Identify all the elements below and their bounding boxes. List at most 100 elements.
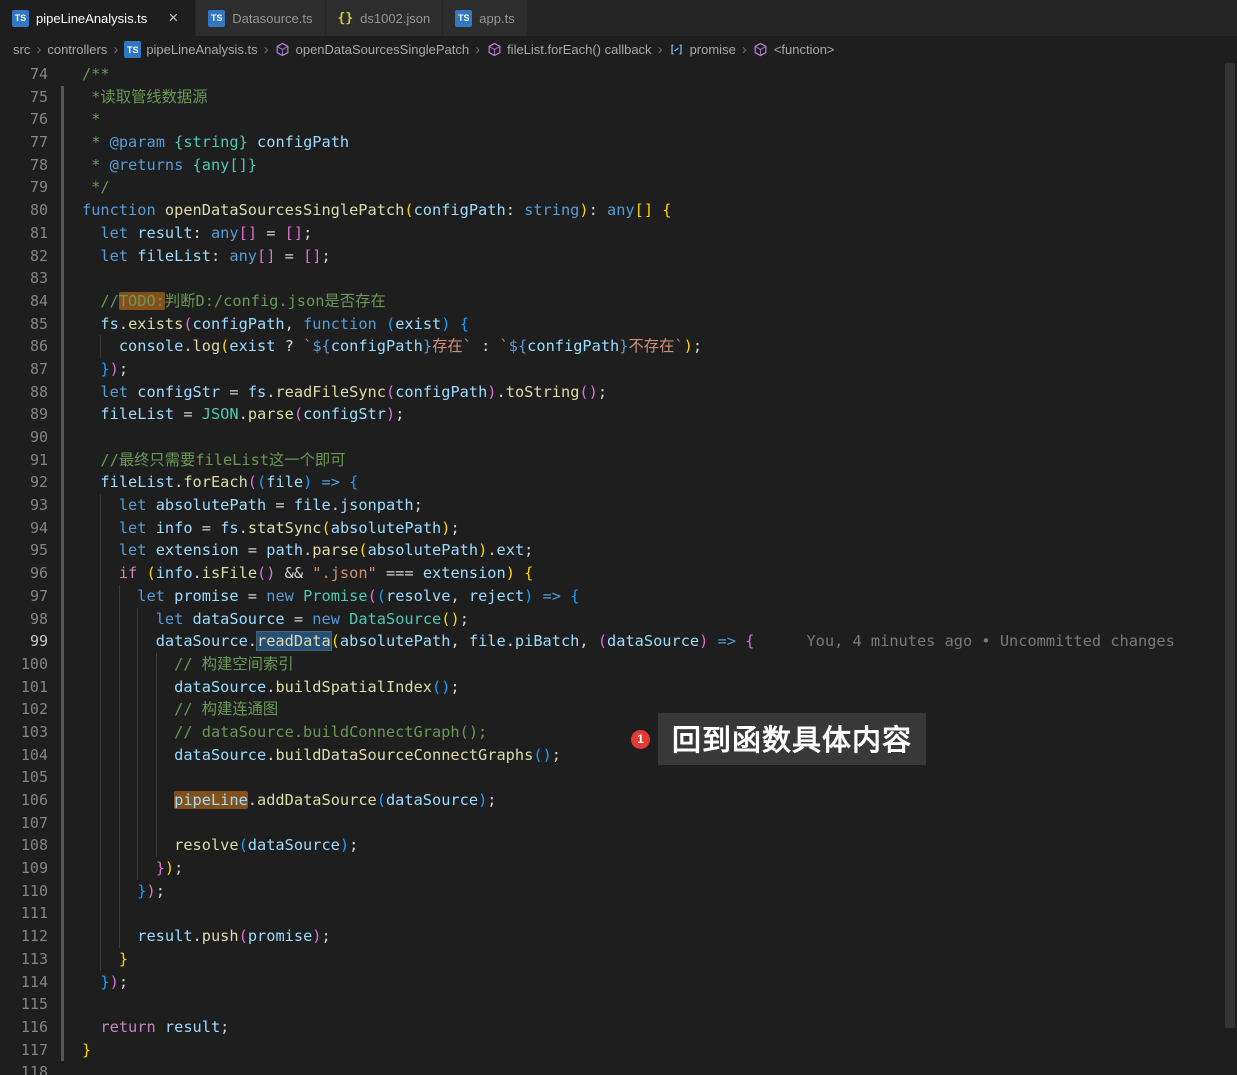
code-line[interactable]: 100 // 构建空间索引 [0, 652, 1237, 676]
code-line[interactable]: 111 [0, 902, 1237, 926]
code-line[interactable]: 74 /** [0, 63, 1237, 86]
line-number[interactable]: 116 [0, 1016, 48, 1039]
line-number[interactable]: 79 [0, 176, 48, 199]
code-line[interactable]: 75 *读取管线数据源 [0, 85, 1237, 109]
tab-pipeLineAnalysis.ts[interactable]: TS pipeLineAnalysis.ts × [0, 0, 197, 36]
line-number[interactable]: 109 [0, 857, 48, 880]
code-line[interactable]: 76 * [0, 108, 1237, 132]
code-line[interactable]: 113 } [0, 947, 1237, 971]
code-line[interactable]: 106 pipeLine.addDataSource(dataSource); [0, 789, 1237, 812]
line-number[interactable]: 82 [0, 245, 48, 268]
code-line[interactable]: 91 //最终只需要fileList这一个即可 [0, 448, 1237, 472]
line-number[interactable]: 90 [0, 426, 48, 449]
line-number[interactable]: 102 [0, 698, 48, 721]
code-line[interactable]: 115 [0, 993, 1237, 1016]
line-number[interactable]: 100 [0, 653, 48, 676]
close-icon[interactable]: × [163, 8, 183, 28]
line-number[interactable]: 95 [0, 539, 48, 562]
code-line[interactable]: 104 dataSource.buildDataSourceConnectGra… [0, 743, 1237, 767]
code-line[interactable]: 105 [0, 766, 1237, 789]
line-number[interactable]: 96 [0, 562, 48, 585]
code-line[interactable]: 118 [0, 1061, 1237, 1075]
breadcrumb-item[interactable]: controllers [46, 42, 108, 57]
breadcrumb-item[interactable]: TS pipeLineAnalysis.ts [123, 41, 258, 58]
line-number[interactable]: 80 [0, 199, 48, 222]
line-number[interactable]: 86 [0, 335, 48, 358]
code-line[interactable]: 86 console.log(exist ? `${configPath}存在`… [0, 335, 1237, 358]
line-number[interactable]: 84 [0, 290, 48, 313]
breadcrumb-item[interactable]: fileList.forEach() callback [485, 42, 653, 58]
line-number[interactable]: 97 [0, 585, 48, 608]
line-number[interactable]: 114 [0, 971, 48, 994]
vertical-scrollbar[interactable] [1223, 63, 1237, 1075]
line-number[interactable]: 92 [0, 471, 48, 494]
code-line[interactable]: 99 dataSource.readData(absolutePath, fil… [0, 630, 1237, 653]
code-line[interactable]: 110 }); [0, 879, 1237, 903]
line-number[interactable]: 87 [0, 358, 48, 381]
code-line[interactable]: 82 let fileList: any[] = []; [0, 244, 1237, 268]
line-number[interactable]: 77 [0, 131, 48, 154]
line-number[interactable]: 91 [0, 449, 48, 472]
line-number[interactable]: 75 [0, 86, 48, 109]
code-line[interactable]: 95 let extension = path.parse(absolutePa… [0, 539, 1237, 563]
line-number[interactable]: 94 [0, 517, 48, 540]
code-line[interactable]: 77 * @param {string} configPath [0, 131, 1237, 154]
code-line[interactable]: 92 fileList.forEach((file) => { [0, 471, 1237, 495]
line-number[interactable]: 104 [0, 744, 48, 767]
line-number[interactable]: 81 [0, 222, 48, 245]
line-number[interactable]: 103 [0, 721, 48, 744]
line-number[interactable]: 113 [0, 948, 48, 971]
code-line[interactable]: 78 * @returns {any[]} [0, 153, 1237, 177]
tab-app.ts[interactable]: TS app.ts [443, 0, 528, 36]
line-number[interactable]: 101 [0, 676, 48, 699]
line-number[interactable]: 89 [0, 403, 48, 426]
line-number[interactable]: 111 [0, 902, 48, 925]
line-number[interactable]: 118 [0, 1061, 48, 1075]
line-number[interactable]: 105 [0, 766, 48, 789]
code-line[interactable]: 87 }); [0, 357, 1237, 381]
code-line[interactable]: 80 function openDataSourcesSinglePatch(co… [0, 199, 1237, 222]
breadcrumb-item[interactable]: promise [668, 42, 737, 58]
tab-ds1002.json[interactable]: {} ds1002.json [325, 0, 444, 36]
code-line[interactable]: 98 let dataSource = new DataSource(); [0, 607, 1237, 631]
code-line[interactable]: 112 result.push(promise); [0, 925, 1237, 948]
code-line[interactable]: 101 dataSource.buildSpatialIndex(); [0, 675, 1237, 699]
tab-Datasource.ts[interactable]: TS Datasource.ts [196, 0, 326, 36]
line-number[interactable]: 83 [0, 267, 48, 290]
code-line[interactable]: 83 [0, 267, 1237, 290]
line-number[interactable]: 78 [0, 154, 48, 177]
code-line[interactable]: 81 let result: any[] = []; [0, 221, 1237, 245]
code-line[interactable]: 114 }); [0, 970, 1237, 994]
line-number[interactable]: 110 [0, 880, 48, 903]
line-number[interactable]: 112 [0, 925, 48, 948]
line-number[interactable]: 107 [0, 812, 48, 835]
code-line[interactable]: 116 return result; [0, 1015, 1237, 1039]
code-line[interactable]: 102 // 构建连通图 [0, 698, 1237, 721]
line-number[interactable]: 108 [0, 834, 48, 857]
line-number[interactable]: 98 [0, 608, 48, 631]
code-line[interactable]: 88 let configStr = fs.readFileSync(confi… [0, 380, 1237, 404]
line-number[interactable]: 99 [0, 630, 48, 653]
code-line[interactable]: 89 fileList = JSON.parse(configStr); [0, 403, 1237, 426]
code-line[interactable]: 85 fs.exists(configPath, function (exist… [0, 312, 1237, 336]
breadcrumb-item[interactable]: <function> [752, 42, 836, 58]
code-line[interactable]: 108 resolve(dataSource); [0, 834, 1237, 858]
editor-pane[interactable]: 74/** 75 *读取管线数据源 76 * 77 * @param {string}… [0, 63, 1237, 1075]
code-line[interactable]: 90 [0, 426, 1237, 449]
breadcrumb-item[interactable]: src [12, 42, 31, 57]
line-number[interactable]: 115 [0, 993, 48, 1016]
code-line[interactable]: 103 // dataSource.buildConnectGraph(); [0, 720, 1237, 744]
breadcrumb-item[interactable]: openDataSourcesSinglePatch [274, 42, 470, 58]
line-number[interactable]: 74 [0, 63, 48, 86]
line-number[interactable]: 106 [0, 789, 48, 812]
code-line[interactable]: 117} [0, 1038, 1237, 1062]
line-number[interactable]: 93 [0, 494, 48, 517]
line-number[interactable]: 117 [0, 1039, 48, 1062]
code-line[interactable]: 84 //TODO:判断D:/config.json是否存在 [0, 289, 1237, 313]
line-number[interactable]: 85 [0, 313, 48, 336]
code-line[interactable]: 94 let info = fs.statSync(absolutePath); [0, 516, 1237, 540]
code-line[interactable]: 93 let absolutePath = file.jsonpath; [0, 494, 1237, 517]
code-line[interactable]: 96 if (info.isFile() && ".json" === exte… [0, 562, 1237, 585]
code-line[interactable]: 107 [0, 811, 1237, 835]
code-line[interactable]: 109 }); [0, 857, 1237, 880]
